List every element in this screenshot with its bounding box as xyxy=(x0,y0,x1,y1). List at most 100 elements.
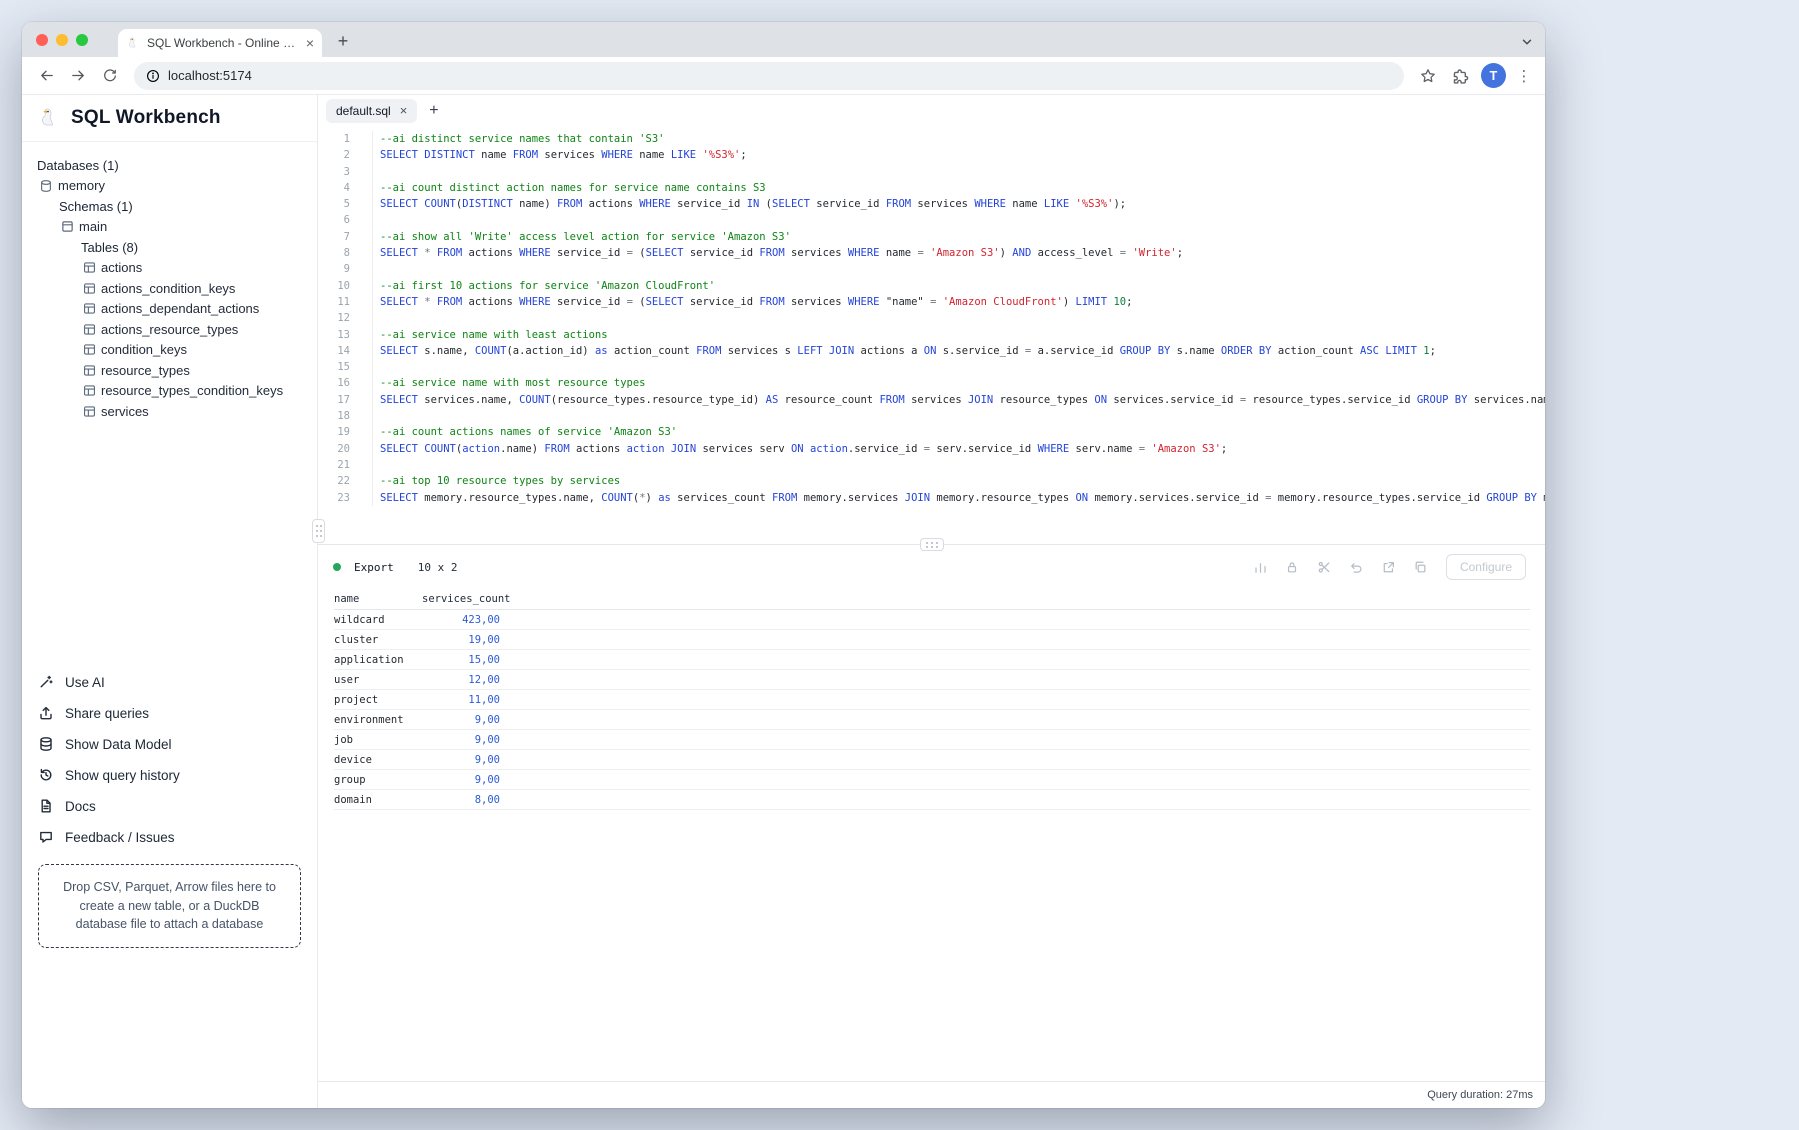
sidebar-table-item[interactable]: services xyxy=(22,401,317,422)
sidebar-table-item[interactable]: actions xyxy=(22,258,317,279)
code-line[interactable]: 6 xyxy=(318,212,1545,228)
code-line[interactable]: 20SELECT COUNT(action.name) FROM actions… xyxy=(318,441,1545,457)
code-line[interactable]: 12 xyxy=(318,310,1545,326)
code-line[interactable]: 5SELECT COUNT(DISTINCT name) FROM action… xyxy=(318,196,1545,212)
sidebar-table-item[interactable]: resource_types_condition_keys xyxy=(22,381,317,402)
results-body: wildcard423,00cluster19,00application15,… xyxy=(334,610,1530,810)
close-window-button[interactable] xyxy=(36,34,48,46)
sidebar: SQL Workbench Databases (1) memory Schem… xyxy=(22,95,318,1108)
code-line[interactable]: 19--ai count actions names of service 'A… xyxy=(318,424,1545,440)
copy-icon[interactable] xyxy=(1413,560,1428,575)
sidebar-item-show-data-model[interactable]: Show Data Model xyxy=(22,729,317,760)
table-row[interactable]: domain8,00 xyxy=(334,790,1530,810)
code-line[interactable]: 8SELECT * FROM actions WHERE service_id … xyxy=(318,245,1545,261)
table-name: services xyxy=(101,404,149,419)
sql-editor[interactable]: 1--ai distinct service names that contai… xyxy=(318,126,1545,544)
new-editor-tab-button[interactable]: + xyxy=(423,102,444,120)
cell-value: 8,00 xyxy=(422,794,500,806)
chart-icon[interactable] xyxy=(1253,560,1268,575)
code-line[interactable]: 14SELECT s.name, COUNT(a.action_id) as a… xyxy=(318,343,1545,359)
table-row[interactable]: cluster19,00 xyxy=(334,630,1530,650)
table-row[interactable]: environment9,00 xyxy=(334,710,1530,730)
table-row[interactable]: job9,00 xyxy=(334,730,1530,750)
file-drop-zone[interactable]: Drop CSV, Parquet, Arrow files here to c… xyxy=(38,864,301,948)
line-number: 11 xyxy=(318,294,373,310)
tree-group-databases[interactable]: Databases (1) xyxy=(22,155,317,176)
code-line[interactable]: 9 xyxy=(318,261,1545,277)
table-row[interactable]: application15,00 xyxy=(334,650,1530,670)
cell-value: 9,00 xyxy=(422,754,500,766)
schema-name: main xyxy=(79,219,107,234)
external-link-icon[interactable] xyxy=(1381,560,1396,575)
sidebar-table-item[interactable]: actions_condition_keys xyxy=(22,278,317,299)
code-line[interactable]: 7--ai show all 'Write' access level acti… xyxy=(318,229,1545,245)
code-line[interactable]: 13--ai service name with least actions xyxy=(318,327,1545,343)
tree-item-schema-main[interactable]: main xyxy=(22,217,317,238)
extensions-puzzle-icon[interactable] xyxy=(1446,62,1474,90)
back-button[interactable] xyxy=(32,62,60,90)
editor-tab-close-icon[interactable]: × xyxy=(400,104,408,117)
profile-avatar[interactable]: T xyxy=(1481,63,1506,88)
horizontal-resize-grip[interactable] xyxy=(920,538,944,551)
code-line[interactable]: 15 xyxy=(318,359,1545,375)
code-line[interactable]: 23SELECT memory.resource_types.name, COU… xyxy=(318,490,1545,506)
code-line[interactable]: 1--ai distinct service names that contai… xyxy=(318,131,1545,147)
table-row[interactable]: project11,00 xyxy=(334,690,1530,710)
sidebar-item-use-ai[interactable]: Use AI xyxy=(22,667,317,698)
tab-close-icon[interactable]: × xyxy=(306,36,314,50)
export-button[interactable]: Export xyxy=(354,561,394,574)
sidebar-table-item[interactable]: actions_resource_types xyxy=(22,319,317,340)
forward-button[interactable] xyxy=(64,62,92,90)
sidebar-item-feedback[interactable]: Feedback / Issues xyxy=(22,822,317,853)
code-line[interactable]: 21 xyxy=(318,457,1545,473)
tab-search-chevron-icon[interactable] xyxy=(1521,36,1533,48)
table-name: actions_condition_keys xyxy=(101,281,235,296)
zoom-window-button[interactable] xyxy=(76,34,88,46)
code-line[interactable]: 17SELECT services.name, COUNT(resource_t… xyxy=(318,392,1545,408)
sidebar-table-item[interactable]: resource_types xyxy=(22,360,317,381)
cell-value: 19,00 xyxy=(422,634,500,646)
table-row[interactable]: wildcard423,00 xyxy=(334,610,1530,630)
results-header-row: name services_count xyxy=(334,589,1530,610)
reload-button[interactable] xyxy=(96,62,124,90)
column-header-services-count: services_count xyxy=(422,593,500,605)
sidebar-item-share-queries[interactable]: Share queries xyxy=(22,698,317,729)
code-line[interactable]: 2SELECT DISTINCT name FROM services WHER… xyxy=(318,147,1545,163)
sidebar-item-docs[interactable]: Docs xyxy=(22,791,317,822)
browser-tab[interactable]: SQL Workbench - Online Dat... × xyxy=(118,29,322,57)
undo-icon[interactable] xyxy=(1349,560,1364,575)
code-line[interactable]: 3 xyxy=(318,164,1545,180)
cell-name: wildcard xyxy=(334,614,422,626)
cell-name: cluster xyxy=(334,634,422,646)
minimize-window-button[interactable] xyxy=(56,34,68,46)
code-line[interactable]: 16--ai service name with most resource t… xyxy=(318,375,1545,391)
new-tab-button[interactable]: + xyxy=(330,28,356,54)
vertical-resize-grip[interactable] xyxy=(312,519,325,543)
code-line[interactable]: 4--ai count distinct action names for se… xyxy=(318,180,1545,196)
bookmark-star-icon[interactable] xyxy=(1414,62,1442,90)
code-line[interactable]: 11SELECT * FROM actions WHERE service_id… xyxy=(318,294,1545,310)
address-bar[interactable]: localhost:5174 xyxy=(134,62,1404,90)
lock-icon[interactable] xyxy=(1285,560,1300,575)
cell-name: device xyxy=(334,754,422,766)
sidebar-table-item[interactable]: condition_keys xyxy=(22,340,317,361)
browser-menu-kebab-icon[interactable]: ⋮ xyxy=(1513,67,1535,85)
sidebar-item-show-query-history[interactable]: Show query history xyxy=(22,760,317,791)
database-icon xyxy=(39,179,53,193)
sidebar-table-item[interactable]: actions_dependant_actions xyxy=(22,299,317,320)
results-table: name services_count wildcard423,00cluste… xyxy=(334,589,1530,810)
table-row[interactable]: user12,00 xyxy=(334,670,1530,690)
scissors-icon[interactable] xyxy=(1317,560,1332,575)
code-line[interactable]: 10--ai first 10 actions for service 'Ama… xyxy=(318,278,1545,294)
table-row[interactable]: group9,00 xyxy=(334,770,1530,790)
tree-group-schemas[interactable]: Schemas (1) xyxy=(22,196,317,217)
table-row[interactable]: device9,00 xyxy=(334,750,1530,770)
configure-button[interactable]: Configure xyxy=(1446,554,1526,580)
tree-group-tables[interactable]: Tables (8) xyxy=(22,237,317,258)
code-line[interactable]: 22--ai top 10 resource types by services xyxy=(318,473,1545,489)
tree-item-database-memory[interactable]: memory xyxy=(22,176,317,197)
code-line[interactable]: 18 xyxy=(318,408,1545,424)
site-info-icon[interactable] xyxy=(146,69,160,83)
editor-tab-default-sql[interactable]: default.sql × xyxy=(326,99,417,123)
cell-value: 9,00 xyxy=(422,714,500,726)
